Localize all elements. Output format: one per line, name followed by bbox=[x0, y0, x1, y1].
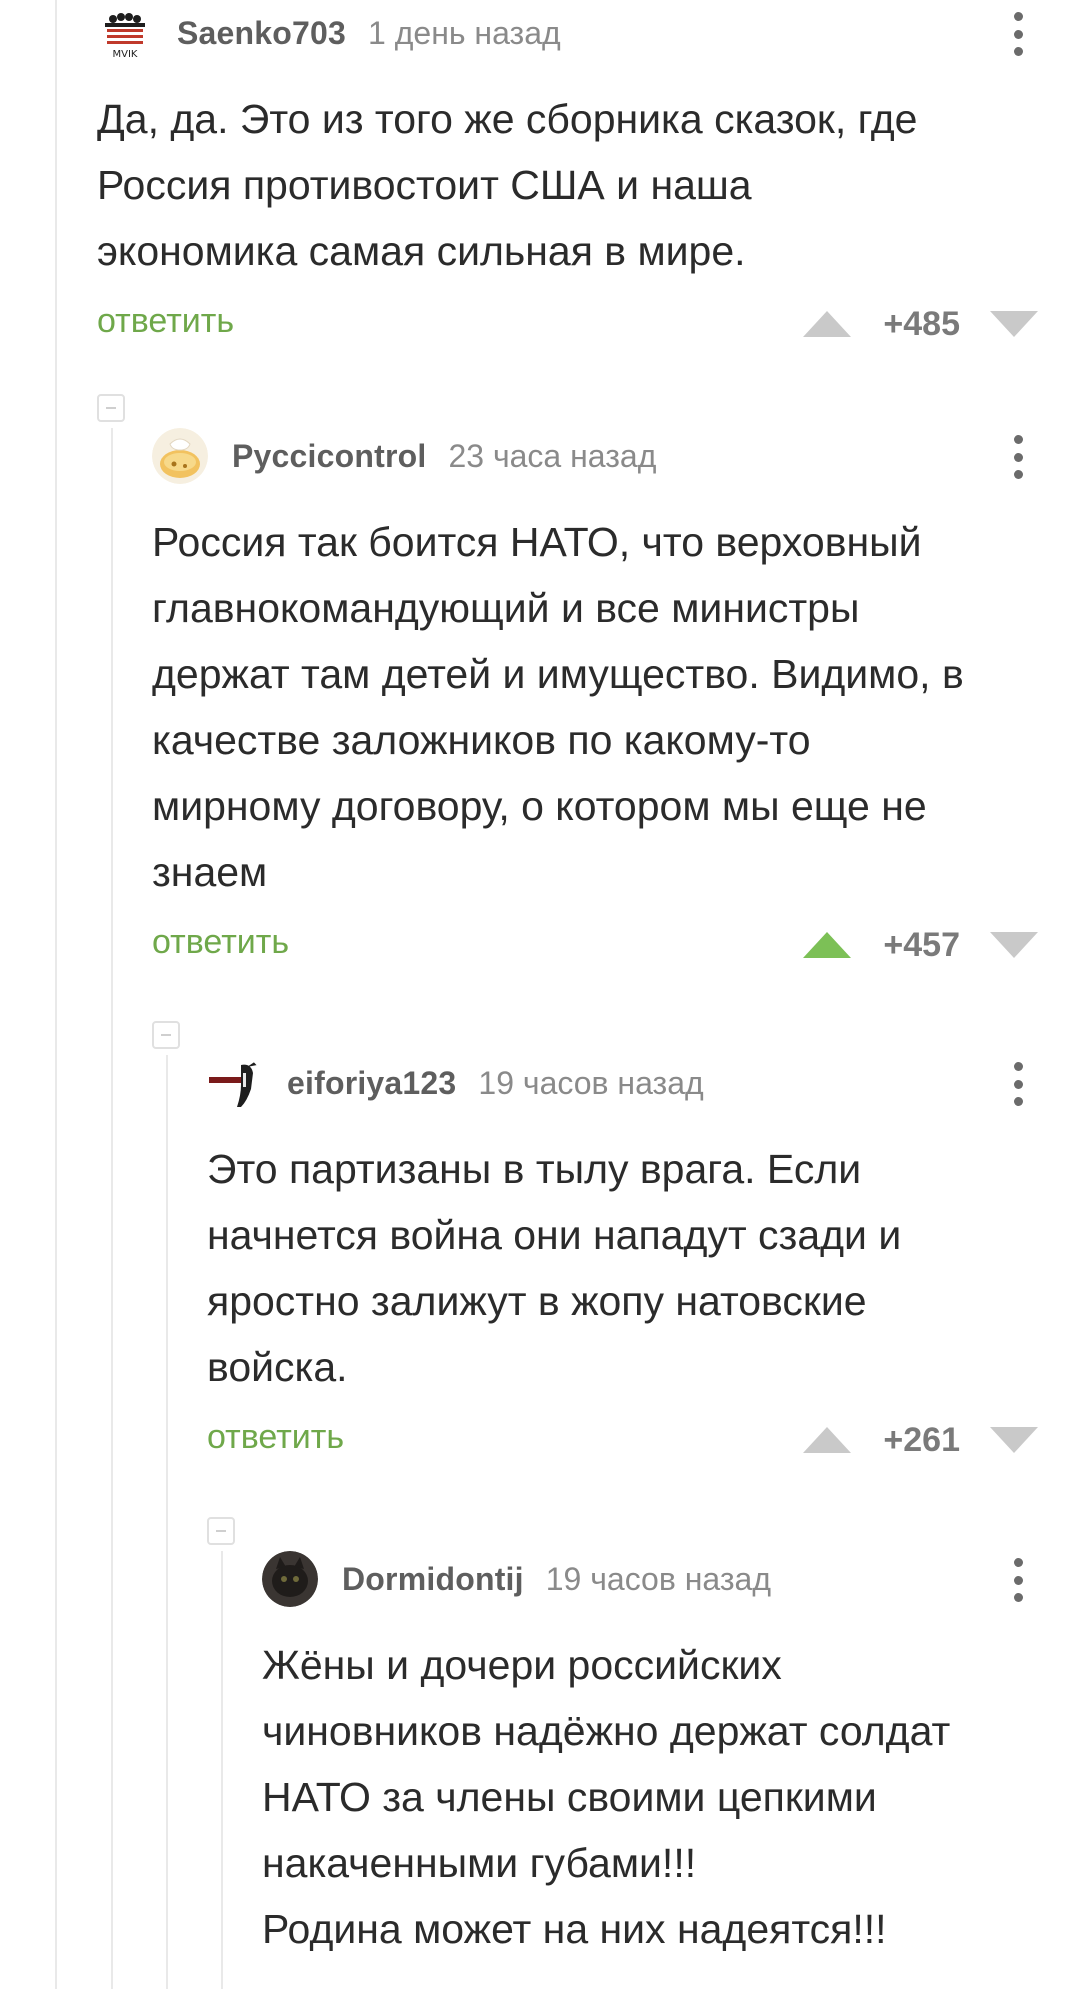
avatar-image-icon bbox=[152, 428, 208, 484]
avatar[interactable]: MVIK bbox=[97, 5, 153, 61]
reply-button[interactable]: ответить bbox=[207, 1418, 344, 1457]
avatar-image-icon bbox=[262, 1551, 318, 1607]
collapse-thread-button[interactable] bbox=[152, 1021, 180, 1049]
comment: Pyccicontrol 23 часа назад Россия так бо… bbox=[152, 425, 1040, 975]
comment-header: Pyccicontrol 23 часа назад bbox=[152, 425, 1040, 487]
avatar[interactable] bbox=[207, 1055, 263, 1111]
comment-text: Жёны и дочери российских чиновников надё… bbox=[262, 1642, 951, 1952]
reply-button[interactable]: ответить bbox=[152, 923, 289, 962]
vote-score: +261 bbox=[883, 1420, 960, 1459]
comment-time: 1 день назад bbox=[368, 14, 561, 51]
username[interactable]: eiforiya123 bbox=[287, 1065, 456, 1102]
vote-box: +261 bbox=[801, 1416, 1040, 1464]
thread-line bbox=[111, 428, 113, 1989]
username[interactable]: Dormidontij bbox=[342, 1561, 524, 1598]
username[interactable]: Saenko703 bbox=[177, 15, 346, 52]
avatar-image-icon bbox=[207, 1055, 263, 1111]
comment-actions: ответить +261 bbox=[207, 1410, 1040, 1470]
avatar[interactable] bbox=[262, 1551, 318, 1607]
comment-header: MVIK Saenko703 1 день назад bbox=[97, 2, 1040, 64]
comment-time: 19 часов назад bbox=[478, 1064, 704, 1101]
avatar-image-icon: MVIK bbox=[97, 5, 153, 61]
comment-header: eiforiya123 19 часов назад bbox=[207, 1052, 1040, 1114]
comments-thread: MVIK Saenko703 1 день назад Да, да. Это … bbox=[0, 0, 1080, 1989]
more-options-icon[interactable] bbox=[1008, 1558, 1028, 1602]
comment-text: Это партизаны в тылу врага. Если начнетс… bbox=[207, 1146, 902, 1390]
thread-line bbox=[166, 1055, 168, 1989]
downvote-icon[interactable] bbox=[988, 309, 1040, 339]
comment-actions: ответить +457 bbox=[152, 915, 1040, 975]
comment-text: Да, да. Это из того же сборника сказок, … bbox=[97, 96, 918, 274]
more-options-icon[interactable] bbox=[1008, 435, 1028, 479]
thread-line bbox=[55, 0, 57, 1989]
vote-box: +457 bbox=[801, 921, 1040, 969]
reply-button[interactable]: ответить bbox=[97, 302, 234, 341]
upvote-icon[interactable] bbox=[801, 1425, 853, 1455]
upvote-icon[interactable] bbox=[801, 930, 853, 960]
thread-line bbox=[221, 1551, 223, 1989]
collapse-thread-button[interactable] bbox=[97, 394, 125, 422]
comment-time: 23 часа назад bbox=[448, 437, 657, 474]
comment-time: 19 часов назад bbox=[545, 1560, 771, 1597]
comment: MVIK Saenko703 1 день назад Да, да. Это … bbox=[97, 2, 1040, 354]
collapse-thread-button[interactable] bbox=[207, 1517, 235, 1545]
comment: Dormidontij 19 часов назад Жёны и дочери… bbox=[262, 1548, 1040, 1962]
comment-actions: ответить +485 bbox=[97, 294, 1040, 354]
comment: eiforiya123 19 часов назад Это партизаны… bbox=[207, 1052, 1040, 1470]
upvote-icon[interactable] bbox=[801, 309, 853, 339]
comment-text: Россия так боится НАТО, что верховный гл… bbox=[152, 519, 964, 895]
more-options-icon[interactable] bbox=[1008, 1062, 1028, 1106]
downvote-icon[interactable] bbox=[988, 1425, 1040, 1455]
downvote-icon[interactable] bbox=[988, 930, 1040, 960]
username[interactable]: Pyccicontrol bbox=[232, 438, 426, 475]
vote-score: +457 bbox=[883, 925, 960, 964]
svg-text:MVIK: MVIK bbox=[113, 49, 138, 60]
vote-score: +485 bbox=[883, 304, 960, 343]
comment-header: Dormidontij 19 часов назад bbox=[262, 1548, 1040, 1610]
avatar[interactable] bbox=[152, 428, 208, 484]
more-options-icon[interactable] bbox=[1008, 12, 1028, 56]
vote-box: +485 bbox=[801, 300, 1040, 348]
